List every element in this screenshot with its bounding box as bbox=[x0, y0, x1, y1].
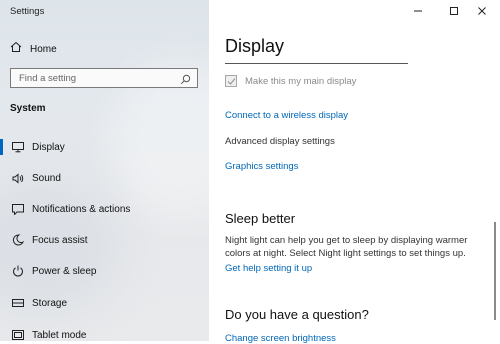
page-title: Display bbox=[225, 36, 285, 56]
close-button[interactable] bbox=[464, 2, 500, 22]
sidebar-item-display[interactable]: Display bbox=[0, 137, 209, 157]
section-heading: System bbox=[10, 103, 46, 114]
sidebar: Settings Home Find a setting System Disp… bbox=[0, 0, 209, 341]
maximize-icon bbox=[449, 3, 459, 21]
sidebar-item-label: Display bbox=[32, 141, 65, 153]
change-brightness-link[interactable]: Change screen brightness bbox=[225, 333, 336, 344]
sidebar-item-label: Notifications & actions bbox=[32, 203, 131, 215]
main-display-checkbox[interactable] bbox=[225, 75, 237, 87]
power-icon bbox=[10, 265, 26, 277]
home-icon bbox=[10, 40, 22, 58]
tablet-icon bbox=[10, 330, 26, 340]
window-title: Settings bbox=[10, 6, 45, 17]
main-display-option: Make this my main display bbox=[225, 75, 356, 87]
search-placeholder: Find a setting bbox=[19, 73, 77, 84]
sidebar-item-storage[interactable]: Storage bbox=[0, 293, 209, 313]
search-input[interactable]: Find a setting bbox=[10, 68, 198, 88]
speaker-icon bbox=[10, 172, 26, 184]
scrollbar[interactable] bbox=[494, 222, 496, 320]
sidebar-item-label: Tablet mode bbox=[32, 329, 87, 341]
sidebar-item-tablet-mode[interactable]: Tablet mode bbox=[0, 325, 209, 341]
graphics-settings-link[interactable]: Graphics settings bbox=[225, 161, 298, 172]
sidebar-item-focus-assist[interactable]: Focus assist bbox=[0, 230, 209, 250]
minimize-icon bbox=[413, 3, 423, 21]
advanced-display-settings-link[interactable]: Advanced display settings bbox=[225, 136, 335, 147]
sidebar-item-label: Power & sleep bbox=[32, 265, 97, 277]
moon-icon bbox=[10, 234, 26, 246]
sidebar-item-label: Sound bbox=[32, 172, 61, 184]
monitor-icon bbox=[10, 141, 26, 153]
night-light-help-link[interactable]: Get help setting it up bbox=[225, 263, 312, 274]
sidebar-item-sound[interactable]: Sound bbox=[0, 168, 209, 188]
home-label: Home bbox=[30, 43, 57, 55]
main-display-label: Make this my main display bbox=[245, 75, 357, 87]
sidebar-item-label: Storage bbox=[32, 297, 68, 309]
night-light-description: Night light can help you get to sleep by… bbox=[225, 235, 468, 259]
notification-icon bbox=[10, 203, 26, 215]
sleep-better-heading: Sleep better bbox=[225, 211, 296, 226]
checkmark-icon bbox=[227, 77, 235, 85]
sidebar-item-label: Focus assist bbox=[32, 234, 88, 246]
question-heading: Do you have a question? bbox=[225, 307, 369, 322]
sidebar-item-power-sleep[interactable]: Power & sleep bbox=[0, 261, 209, 281]
search-icon[interactable] bbox=[180, 72, 191, 90]
minimize-button[interactable] bbox=[400, 2, 436, 22]
sidebar-item-notifications[interactable]: Notifications & actions bbox=[0, 199, 209, 219]
wireless-display-link[interactable]: Connect to a wireless display bbox=[225, 110, 348, 121]
home-nav-item[interactable]: Home bbox=[10, 40, 57, 58]
storage-icon bbox=[10, 299, 26, 307]
title-divider bbox=[225, 63, 408, 64]
main-content: Display Make this my main display Connec… bbox=[209, 0, 500, 344]
close-icon bbox=[477, 3, 487, 21]
